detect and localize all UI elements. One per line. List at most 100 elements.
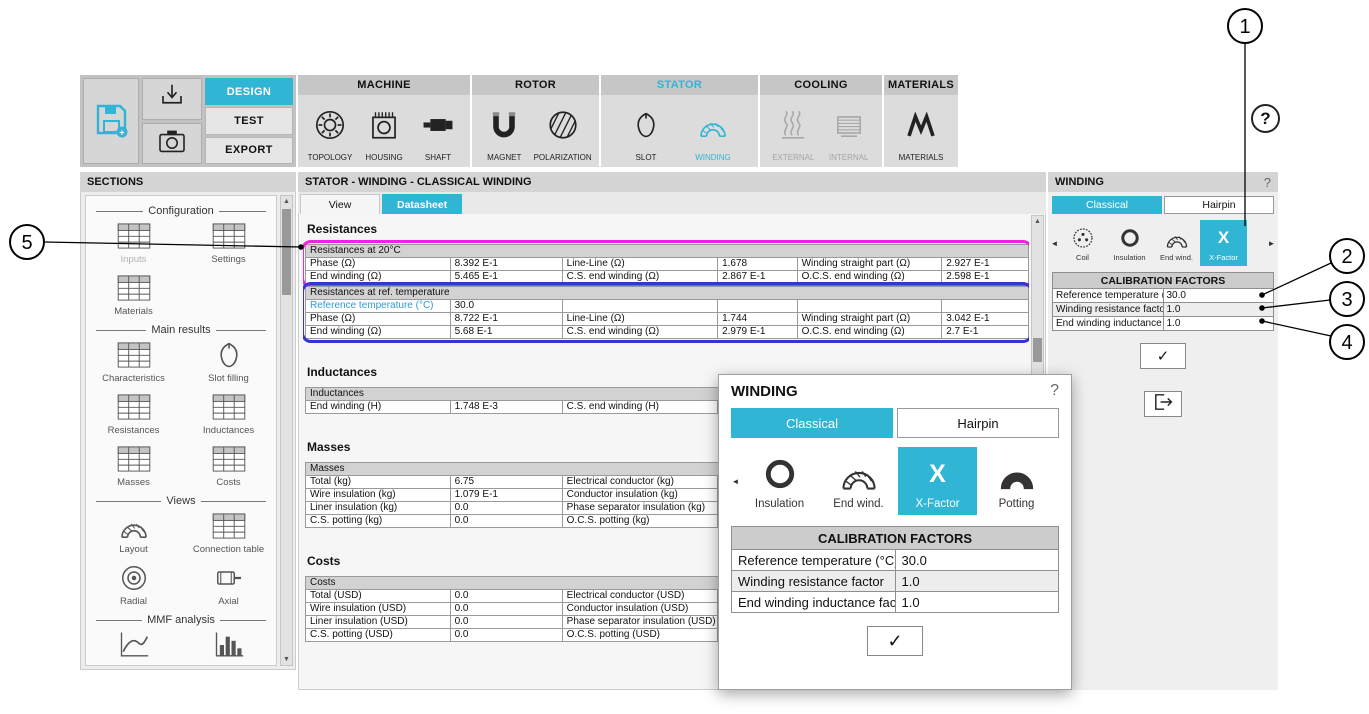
sidebar-item-label: Settings [211,254,245,265]
table-icon [117,340,151,370]
cell-value: 0.0 [450,502,562,515]
sections-scrollbar[interactable]: ▲ ▼ [280,195,293,666]
scroll-left-icon[interactable]: ◄ [1050,239,1059,248]
sidebar-item-line-chart[interactable] [89,630,179,663]
winding-tab-insulation[interactable]: Insulation [740,447,819,515]
snapshot-button[interactable] [142,123,202,165]
cell-value: 2.7 E-1 [942,326,1029,339]
scroll-right-icon[interactable]: ► [1267,239,1276,248]
winding-tab-label: Insulation [755,498,804,510]
ribbon-item-topology[interactable]: TOPOLOGY [305,99,355,165]
calibration-value[interactable]: 1.0 [895,592,1059,613]
ribbon-group-title: ROTOR [472,75,599,95]
scroll-down-icon[interactable]: ▼ [281,654,292,665]
scroll-thumb[interactable] [282,209,291,295]
export-report-button[interactable] [1144,391,1182,417]
sidebar-item-inductances[interactable]: Inductances [184,392,274,436]
popup-help-icon[interactable]: ? [1050,382,1059,400]
popup-type-classical[interactable]: Classical [731,408,893,438]
popup-type-hairpin[interactable]: Hairpin [897,408,1059,438]
winding-tab-end-wind-[interactable]: End wind. [1153,220,1200,266]
xfactor-icon: X [1218,224,1229,252]
sidebar-item-costs[interactable]: Costs [184,444,274,488]
ribbon-group-cooling: COOLINGEXTERNALINTERNAL [760,75,882,167]
sidebar-item-characteristics[interactable]: Characteristics [89,340,179,384]
cell-value: 0.0 [450,616,562,629]
tab-datasheet[interactable]: Datasheet [382,194,462,214]
ribbon-item-internal[interactable]: INTERNAL [824,99,874,165]
calibration-value[interactable]: 1.0 [1163,317,1274,331]
ribbon-item-materials[interactable]: MATERIALS [896,99,946,165]
test-button[interactable]: TEST [205,107,293,134]
cell-value: 6.75 [450,476,562,489]
cell-label: O.C.S. end winding (Ω) [797,326,942,339]
ribbon-item-slot[interactable]: SLOT [621,99,671,165]
insulation-icon [1115,224,1145,252]
ribbon-item-polarization[interactable]: POLARIZATION [534,99,592,165]
calibration-value[interactable]: 30.0 [895,550,1059,571]
calibration-table: CALIBRATION FACTORSReference temperature… [1052,272,1274,331]
sidebar-item-bar-chart[interactable] [184,630,274,663]
winding-tab-x-factor[interactable]: XX-Factor [898,447,977,515]
ribbon-item-external[interactable]: EXTERNAL [768,99,818,165]
calibration-value[interactable]: 30.0 [1163,289,1274,303]
winding-tab-end-wind-[interactable]: End wind. [819,447,898,515]
help-button[interactable]: ? [1251,104,1280,133]
cell-value: 0.0 [450,515,562,528]
export-button[interactable]: EXPORT [205,137,293,164]
table-icon [212,221,246,251]
sidebar-item-label: Materials [114,306,153,317]
panel-help-icon[interactable]: ? [1264,175,1271,190]
camera-icon [156,125,188,162]
winding-type-classical[interactable]: Classical [1052,196,1162,214]
ribbon-item-magnet[interactable]: MAGNET [479,99,529,165]
winding-tab-potting[interactable]: Potting [977,447,1056,515]
cell-label: Total (USD) [306,590,451,603]
cell-label: Winding straight part (Ω) [797,313,942,326]
import-button[interactable] [142,78,202,120]
ribbon-item-winding[interactable]: WINDING [688,99,738,165]
sidebar-item-radial[interactable]: Radial [89,563,179,607]
sidebar-item-label: Layout [119,544,148,555]
cell-value: 0.0 [450,603,562,616]
cell-label: C.S. end winding (Ω) [562,271,717,284]
sidebar-item-inputs[interactable]: Inputs [89,221,179,265]
cell-value: 30.0 [450,300,562,313]
winding-tab-coil[interactable]: Coil [1059,220,1106,266]
scroll-left-icon[interactable]: ◄ [731,477,740,486]
sidebar-item-label: Inductances [203,425,254,436]
sidebar-item-slot-filling[interactable]: Slot filling [184,340,274,384]
calibration-value[interactable]: 1.0 [895,571,1059,592]
sidebar-item-axial[interactable]: Axial [184,563,274,607]
cell-label: C.S. potting (kg) [306,515,451,528]
winding-type-hairpin[interactable]: Hairpin [1164,196,1274,214]
sidebar-item-resistances[interactable]: Resistances [89,392,179,436]
calibration-value[interactable]: 1.0 [1163,303,1274,317]
sidebar-item-layout[interactable]: Layout [89,511,179,555]
winding-tab-insulation[interactable]: Insulation [1106,220,1153,266]
sections-group-label: MMF analysis [96,614,266,626]
winding-tab-label: X-Factor [915,498,959,510]
save-icon: + [91,99,131,144]
ribbon-item-housing[interactable]: HOUSING [359,99,409,165]
sidebar-item-masses[interactable]: Masses [89,444,179,488]
sidebar-item-settings[interactable]: Settings [184,221,274,265]
winding-type-buttons: Classical Hairpin [1052,196,1274,214]
winding-tab-x-factor[interactable]: XX-Factor [1200,220,1247,266]
scroll-up-icon[interactable]: ▲ [1032,216,1043,227]
ribbon-item-label: SHAFT [425,153,451,162]
save-button[interactable]: + [83,78,139,164]
tab-view[interactable]: View [300,194,380,214]
datasheet-section: ResistancesResistances at 20°CPhase (Ω)8… [303,222,1029,339]
scroll-thumb[interactable] [1033,338,1042,362]
winding-tab-label: Insulation [1113,253,1145,262]
calibration-label: End winding inductance factor [732,592,896,613]
project-toolbar: + DESIGN TEST EXPORT [80,75,296,167]
apply-button[interactable]: ✓ [1140,343,1186,369]
ribbon-item-shaft[interactable]: SHAFT [413,99,463,165]
design-button[interactable]: DESIGN [205,78,293,105]
scroll-up-icon[interactable]: ▲ [281,196,292,207]
sidebar-item-connection-table[interactable]: Connection table [184,511,274,555]
sidebar-item-materials[interactable]: Materials [89,273,179,317]
popup-apply-button[interactable]: ✓ [867,626,923,656]
